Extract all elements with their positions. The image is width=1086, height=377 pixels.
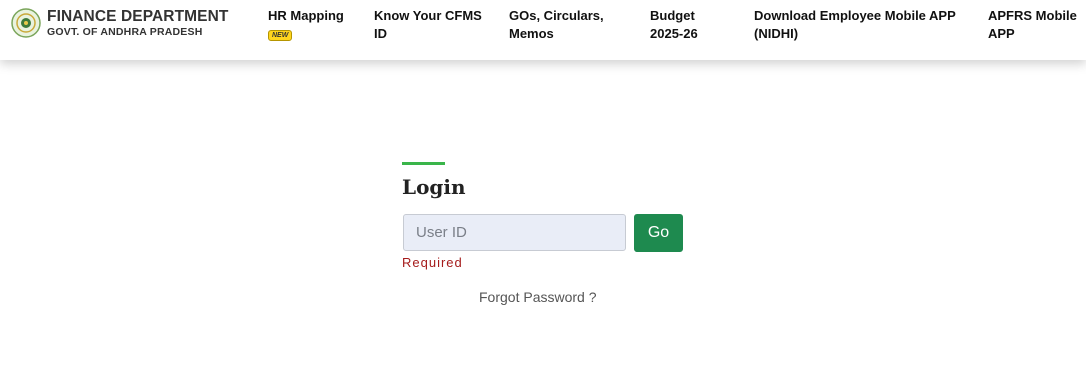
nav-item-label: HR Mapping <box>268 8 344 23</box>
ap-emblem-icon <box>11 8 41 38</box>
nav-item-label: APFRS Mobile <box>988 8 1077 23</box>
new-badge: NEW <box>268 30 293 41</box>
nav-item-label: Know Your CFMS <box>374 8 482 23</box>
nav-budget[interactable]: Budget 2025-26 <box>650 7 698 43</box>
brand-title: FINANCE DEPARTMENT <box>47 7 229 25</box>
userid-input[interactable] <box>403 214 626 251</box>
nav-apfrs-mobile-app[interactable]: APFRS Mobile APP <box>988 7 1077 43</box>
nav-item-label: (NIDHI) <box>754 26 799 41</box>
nav-hr-mapping[interactable]: HR Mapping <box>268 7 344 25</box>
validation-message: Required <box>402 255 463 270</box>
login-heading-block: Login <box>402 162 466 199</box>
nav-item-label: Memos <box>509 26 554 41</box>
nav-item-label: ID <box>374 26 387 41</box>
go-button[interactable]: Go <box>634 214 683 252</box>
forgot-password-link[interactable]: Forgot Password ? <box>479 289 597 305</box>
login-title: Login <box>402 175 466 199</box>
nav-gos-circulars-memos[interactable]: GOs, Circulars, Memos <box>509 7 604 43</box>
nav-item-label: Download Employee Mobile APP <box>754 8 956 23</box>
nav-item-label: GOs, Circulars, <box>509 8 604 23</box>
nav-download-employee-app[interactable]: Download Employee Mobile APP (NIDHI) <box>754 7 956 43</box>
login-accent-bar <box>402 162 445 165</box>
nav-item-label: Budget <box>650 8 695 23</box>
top-header: FINANCE DEPARTMENT GOVT. OF ANDHRA PRADE… <box>0 0 1086 60</box>
nav-item-label: 2025-26 <box>650 26 698 41</box>
brand-subtitle: GOVT. OF ANDHRA PRADESH <box>47 26 203 38</box>
nav-item-label: APP <box>988 26 1015 41</box>
nav-know-your-cfms-id[interactable]: Know Your CFMS ID <box>374 7 482 43</box>
brand[interactable]: FINANCE DEPARTMENT GOVT. OF ANDHRA PRADE… <box>11 8 228 38</box>
